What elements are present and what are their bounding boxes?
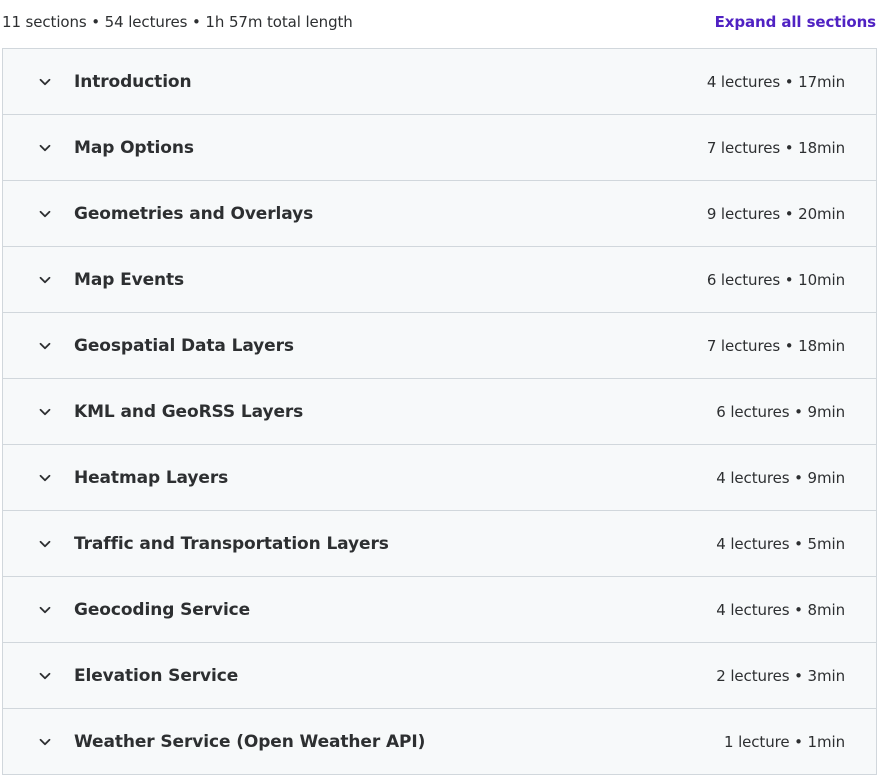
section-title: Heatmap Layers [74, 467, 229, 488]
section-title: Geocoding Service [74, 599, 251, 620]
section-row-kml-and-georss-layers[interactable]: KML and GeoRSS Layers 6 lectures • 9min [3, 379, 876, 445]
chevron-down-icon [37, 140, 53, 156]
course-content-panel: 11 sections • 54 lectures • 1h 57m total… [0, 0, 878, 777]
section-row-elevation-service[interactable]: Elevation Service 2 lectures • 3min [3, 643, 876, 709]
section-row-traffic-and-transportation-layers[interactable]: Traffic and Transportation Layers 4 lect… [3, 511, 876, 577]
section-row-heatmap-layers[interactable]: Heatmap Layers 4 lectures • 9min [3, 445, 876, 511]
course-summary-bar: 11 sections • 54 lectures • 1h 57m total… [0, 0, 878, 44]
section-meta: 4 lectures • 17min [706, 72, 845, 91]
chevron-down-icon [37, 470, 53, 486]
section-meta: 9 lectures • 20min [706, 204, 845, 223]
chevron-down-icon [37, 206, 53, 222]
chevron-down-icon [37, 734, 53, 750]
chevron-down-icon [37, 404, 53, 420]
section-title: Traffic and Transportation Layers [74, 533, 389, 554]
section-row-map-options[interactable]: Map Options 7 lectures • 18min [3, 115, 876, 181]
section-title: Elevation Service [74, 665, 239, 686]
section-title: Weather Service (Open Weather API) [74, 731, 426, 752]
chevron-down-icon [37, 668, 53, 684]
section-row-geocoding-service[interactable]: Geocoding Service 4 lectures • 8min [3, 577, 876, 643]
section-title: Introduction [74, 71, 192, 92]
section-row-geospatial-data-layers[interactable]: Geospatial Data Layers 7 lectures • 18mi… [3, 313, 876, 379]
expand-all-sections-link[interactable]: Expand all sections [715, 13, 876, 31]
section-title: Map Options [74, 137, 194, 158]
section-title: Geometries and Overlays [74, 203, 314, 224]
section-meta: 7 lectures • 18min [706, 336, 845, 355]
section-row-map-events[interactable]: Map Events 6 lectures • 10min [3, 247, 876, 313]
chevron-down-icon [37, 272, 53, 288]
chevron-down-icon [37, 338, 53, 354]
section-title: KML and GeoRSS Layers [74, 401, 304, 422]
section-meta: 6 lectures • 10min [706, 270, 845, 289]
section-meta: 7 lectures • 18min [706, 138, 845, 157]
chevron-down-icon [37, 602, 53, 618]
section-meta: 1 lecture • 1min [723, 732, 845, 751]
section-row-introduction[interactable]: Introduction 4 lectures • 17min [3, 49, 876, 115]
section-row-geometries-and-overlays[interactable]: Geometries and Overlays 9 lectures • 20m… [3, 181, 876, 247]
section-meta: 6 lectures • 9min [716, 402, 845, 421]
section-meta: 4 lectures • 9min [716, 468, 845, 487]
chevron-down-icon [37, 536, 53, 552]
section-title: Map Events [74, 269, 185, 290]
section-title: Geospatial Data Layers [74, 335, 294, 356]
chevron-down-icon [37, 74, 53, 90]
section-meta: 4 lectures • 8min [716, 600, 845, 619]
section-meta: 4 lectures • 5min [716, 534, 845, 553]
section-meta: 2 lectures • 3min [716, 666, 845, 685]
section-list: Introduction 4 lectures • 17min Map Opti… [2, 48, 877, 775]
course-summary-text: 11 sections • 54 lectures • 1h 57m total… [2, 13, 353, 31]
section-row-weather-service[interactable]: Weather Service (Open Weather API) 1 lec… [3, 709, 876, 775]
